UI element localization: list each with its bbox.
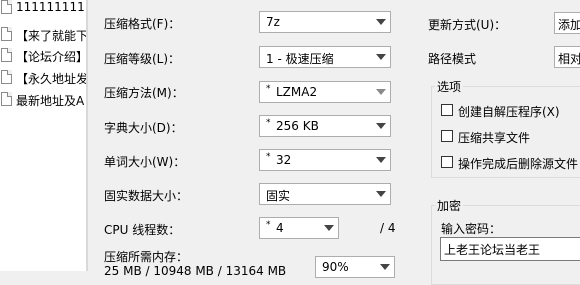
compress-shared-checkbox[interactable]: [441, 130, 453, 142]
dictionary-select[interactable]: * 256 KB: [259, 115, 391, 137]
encryption-title: 加密: [435, 197, 464, 214]
update-mode-select[interactable]: 添加: [554, 12, 580, 34]
password-label: 输入密码：: [441, 222, 502, 236]
chevron-down-icon: [376, 191, 386, 197]
method-label: 压缩方法(M)：: [104, 86, 184, 100]
format-select[interactable]: 7z: [259, 11, 391, 33]
cpu-threads-select[interactable]: * 4: [259, 217, 339, 239]
document-icon: [1, 92, 12, 106]
solid-size-label: 固实数据大小：: [104, 189, 189, 203]
cpu-threads-max: / 4: [380, 221, 396, 235]
password-input[interactable]: [440, 237, 580, 261]
chevron-down-icon: [376, 123, 386, 129]
dictionary-label: 字典大小(D)：: [104, 121, 183, 135]
chevron-down-icon: [324, 225, 334, 231]
word-size-label: 单词大小(W)：: [104, 155, 186, 169]
create-sfx-label: 创建自解压程序(X): [458, 105, 560, 119]
chevron-down-icon: [376, 54, 386, 60]
delete-after-label: 操作完成后删除源文件: [458, 157, 579, 171]
document-icon: [1, 27, 12, 41]
chevron-down-icon: [376, 19, 386, 25]
file-list-item[interactable]: 【永久地址发: [0, 68, 86, 87]
chevron-down-icon: [376, 89, 386, 95]
file-name: 【来了就能下: [16, 29, 86, 43]
document-icon: [1, 0, 12, 14]
path-mode-select[interactable]: 相对: [554, 46, 580, 68]
compress-shared-label: 压缩共享文件: [458, 131, 531, 145]
word-size-select[interactable]: * 32: [259, 149, 391, 171]
memory-values: 25 MB / 10948 MB / 13164 MB: [104, 264, 287, 278]
chevron-down-icon: [376, 157, 386, 163]
file-name: 【论坛介绍】: [16, 50, 86, 64]
path-mode-label: 路径模式: [428, 52, 477, 66]
cpu-threads-label: CPU 线程数：: [104, 223, 181, 237]
file-list-item[interactable]: 1111111111: [0, 0, 86, 17]
options-title: 选项: [435, 78, 464, 95]
file-name: 最新地址及A: [16, 94, 85, 108]
chevron-down-icon: [380, 264, 390, 270]
level-select[interactable]: 1 - 极速压缩: [259, 46, 391, 68]
file-list-pane: 1111111111 【来了就能下 【论坛介绍】 【永久地址发 最新地址及A: [0, 0, 88, 271]
document-icon: [1, 70, 12, 84]
file-list-item[interactable]: 最新地址及A: [0, 90, 86, 109]
update-mode-label: 更新方式(U)：: [428, 18, 507, 32]
method-select[interactable]: * LZMA2: [259, 81, 391, 103]
document-icon: [1, 48, 12, 62]
memory-percent-select[interactable]: 90%: [315, 256, 395, 278]
solid-size-select[interactable]: 固实: [259, 183, 391, 205]
pane-divider[interactable]: [86, 0, 88, 271]
create-sfx-checkbox[interactable]: [441, 104, 453, 116]
file-name: 1111111111: [16, 0, 86, 14]
format-label: 压缩格式(F)：: [104, 17, 181, 31]
delete-after-checkbox[interactable]: [441, 156, 453, 168]
file-name: 【永久地址发: [16, 72, 86, 86]
level-label: 压缩等级(L)：: [104, 52, 181, 66]
file-list-item[interactable]: 【论坛介绍】: [0, 46, 86, 65]
memory-label: 压缩所需内存：: [104, 250, 189, 264]
file-list-item[interactable]: 【来了就能下: [0, 25, 86, 44]
